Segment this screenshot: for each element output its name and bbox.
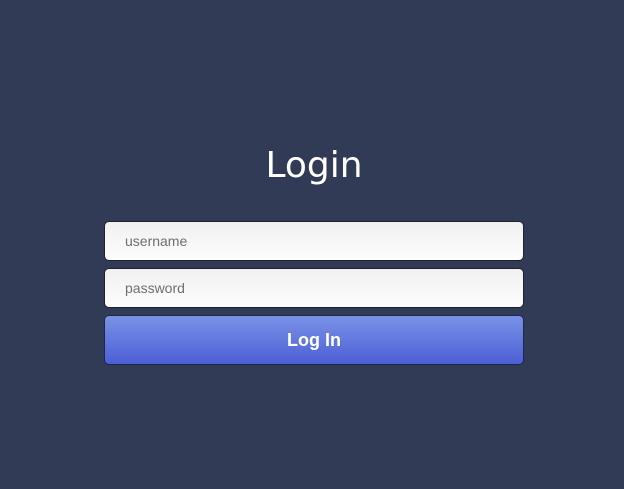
username-input[interactable] [104,221,524,261]
login-button[interactable]: Log In [104,315,524,365]
page-title: Login [265,145,363,186]
login-panel: Login Log In [104,140,524,365]
login-form: Log In [104,221,524,365]
password-input[interactable] [104,268,524,308]
